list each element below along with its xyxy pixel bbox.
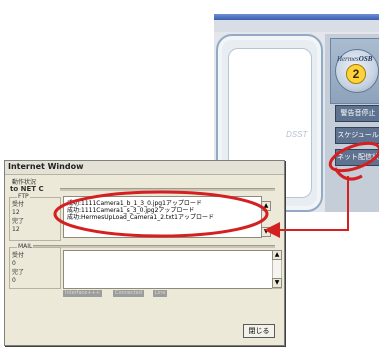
- ftp-received-value: 12: [12, 209, 20, 216]
- dialog-title: Internet Window: [8, 162, 84, 171]
- ftp-label: FTP: [17, 193, 30, 200]
- app-logo: HermesOSB 2: [330, 38, 379, 104]
- close-button[interactable]: 閉じる: [243, 324, 275, 338]
- log-line: 成功:1111Camera1_s_3_0.jpg2アップロード: [67, 207, 195, 214]
- mail-received-value: 0: [12, 260, 16, 267]
- status-chip-interface: Interface+++: [63, 290, 102, 297]
- log-line: 成功:1111Camera1_b_1_3_0.jpg1アップロード: [67, 200, 202, 207]
- dialog-titlebar: Internet Window: [5, 161, 284, 175]
- logo-number-badge: 2: [346, 64, 366, 84]
- scroll-down-icon[interactable]: ▼: [261, 227, 271, 237]
- status-chip-connected: Connected: [113, 290, 144, 297]
- ftp-log-list[interactable]: 成功:1111Camera1_b_1_3_0.jpg1アップロード 成功:111…: [63, 196, 262, 238]
- net-delivery-status-button[interactable]: ネット配信状: [335, 149, 379, 166]
- schedule-button[interactable]: スケジュール: [335, 127, 379, 144]
- app-top-strip: [214, 0, 379, 14]
- mail-completed-value: 0: [12, 277, 16, 284]
- mail-log-list[interactable]: [63, 250, 274, 289]
- alarm-stop-button[interactable]: 警告音停止: [335, 105, 379, 122]
- to-net-separator: [60, 188, 275, 191]
- mail-label: MAIL: [17, 243, 34, 250]
- log-line: 成功:HermesUpLoad_Camera1_2.txt1アップロード: [67, 214, 215, 221]
- panel-watermark: DSST: [286, 130, 308, 139]
- mail-separator: [30, 245, 275, 248]
- internet-window-dialog: Internet Window 動作状況 to NET C FTP 受付 12 …: [4, 160, 285, 346]
- mail-scroll-down-icon[interactable]: ▼: [272, 278, 282, 288]
- ftp-completed-label: 完了: [12, 218, 25, 225]
- ftp-completed-value: 12: [12, 226, 20, 233]
- scroll-up-icon[interactable]: ▲: [261, 201, 271, 211]
- mail-scroll-up-icon[interactable]: ▲: [272, 250, 282, 260]
- status-chip-line: Line: [153, 290, 168, 297]
- ftp-received-label: 受付: [12, 201, 25, 208]
- mail-completed-label: 完了: [12, 269, 25, 276]
- to-net-label: to NET C: [10, 185, 44, 193]
- logo-text: HermesOSB: [337, 55, 373, 63]
- mail-received-label: 受付: [12, 252, 25, 259]
